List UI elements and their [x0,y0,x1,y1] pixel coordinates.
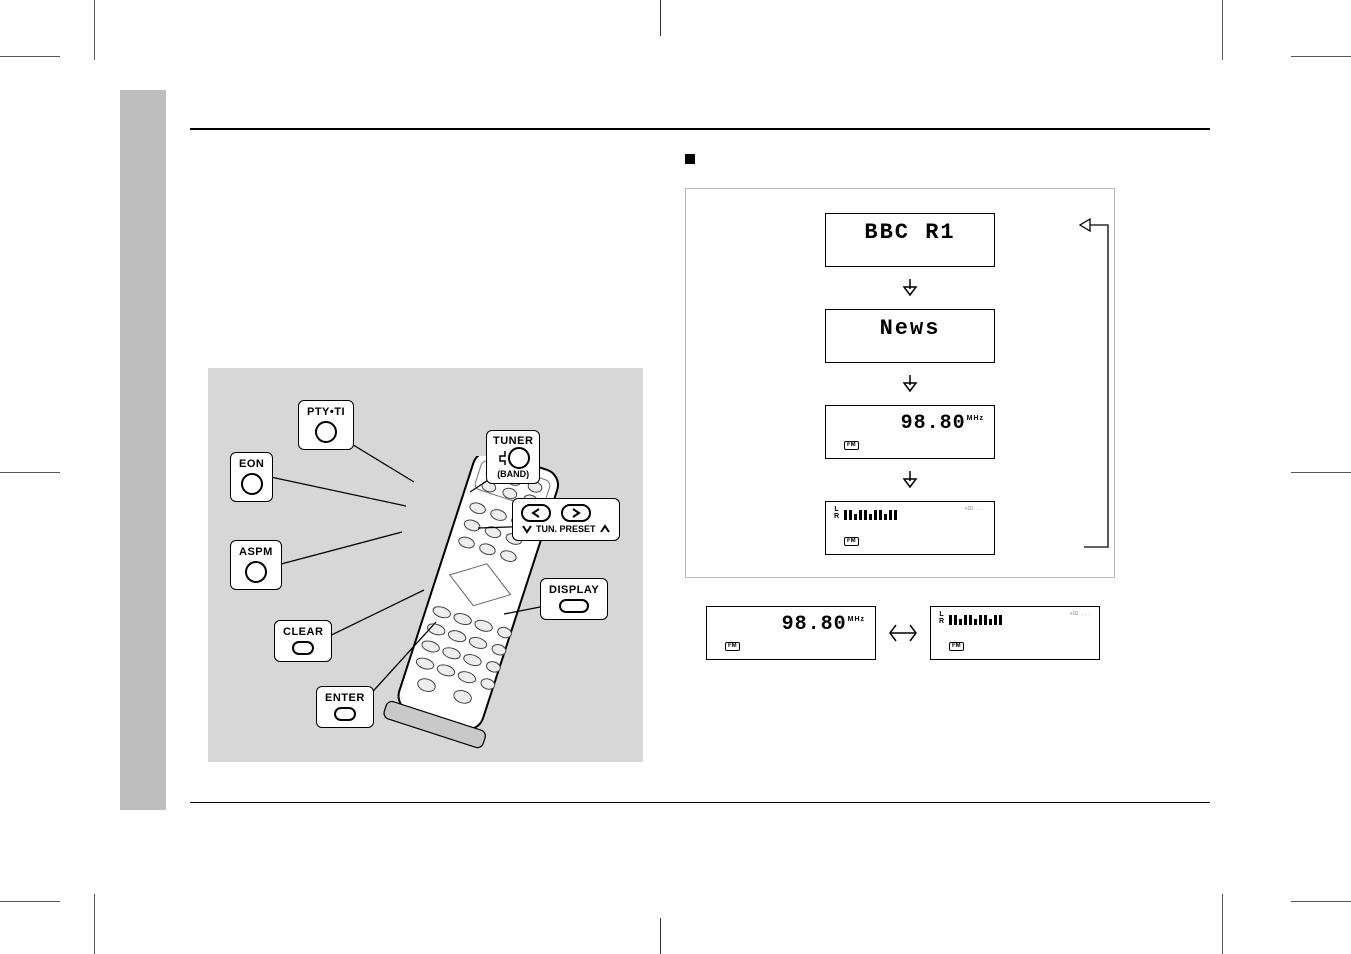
label-tuner: TUNER [493,435,533,447]
lcd-frequency: 98.80MHz FM [825,405,995,459]
display-sequence-section: BBC R1 News 98.80MHz FM [685,150,1210,578]
clear-button-icon [292,641,314,655]
pty-ti-button-icon [315,421,337,443]
fm-badge: FM [844,537,859,546]
fm-badge: FM [844,441,859,450]
label-pty-ti: PTY•TI [307,406,345,418]
callout-tun-preset: TUN. PRESET [512,498,620,541]
two-way-arrow-icon [888,621,918,645]
lcd-programme-type-text: News [880,310,941,341]
lcd-station-name-text: BBC R1 [864,214,955,245]
arrow-down-icon [899,277,921,299]
chevron-up-icon [599,524,611,534]
preset-right-button-icon [561,504,591,522]
arrow-down-icon [899,469,921,491]
label-tun-preset: TUN. PRESET [536,524,596,534]
fm-badge: FM [725,642,740,651]
tuner-button-icon [508,447,530,469]
top-rule [190,128,1210,130]
label-eon: EON [239,458,264,470]
level-bars-icon [844,506,897,520]
callout-pty-ti: PTY•TI [298,400,354,450]
label-band: (BAND) [493,469,533,479]
cycle-return-arrow-icon [1078,217,1110,537]
lcd-top-markers: +10. . . [965,506,984,512]
lcd-frequency-alt: 98.80MHz FM [706,606,876,660]
document-page: PTY•TI EON ASPM CLEAR ENTER TUNER (BAND) [120,90,1235,870]
callout-tuner: TUNER (BAND) [486,430,540,484]
callout-enter: ENTER [316,686,374,728]
lcd-programme-type: News [825,309,995,363]
label-display: DISPLAY [549,584,599,596]
eon-button-icon [241,473,263,495]
aspm-button-icon [245,561,267,583]
label-enter: ENTER [325,692,365,704]
remote-illustration: PTY•TI EON ASPM CLEAR ENTER TUNER (BAND) [208,368,643,762]
lcd-level-meter-alt: LR +10. . . FM [930,606,1100,660]
display-toggle-pair: 98.80MHz FM LR +10. . . [706,606,1236,660]
lr-label: LR [939,611,944,625]
lr-label: LR [834,506,839,520]
square-bullet-icon [685,154,695,164]
callout-aspm: ASPM [230,540,282,590]
lcd-station-name: BBC R1 [825,213,995,267]
callout-eon: EON [230,452,273,502]
callout-clear: CLEAR [274,620,332,662]
callout-display: DISPLAY [540,578,608,620]
lcd-top-markers: +10. . . [1070,611,1089,617]
lcd-frequency-alt-text: 98.80MHz [782,607,865,636]
label-aspm: ASPM [239,546,273,558]
level-bars-icon [949,611,1002,625]
arrow-down-icon [899,373,921,395]
display-cycle-panel: BBC R1 News 98.80MHz FM [685,188,1115,578]
fm-badge: FM [949,642,964,651]
enter-button-icon [334,707,356,721]
tuner-bracket-icon [497,449,507,467]
lcd-frequency-text: 98.80MHz [901,406,984,435]
lcd-level-meter: LR +10. . . FM [825,501,995,555]
label-clear: CLEAR [283,626,323,638]
preset-left-button-icon [521,504,551,522]
margin-stripe [120,90,166,810]
chevron-down-icon [521,524,533,534]
display-button-icon [559,599,589,613]
bottom-rule [190,802,1210,803]
